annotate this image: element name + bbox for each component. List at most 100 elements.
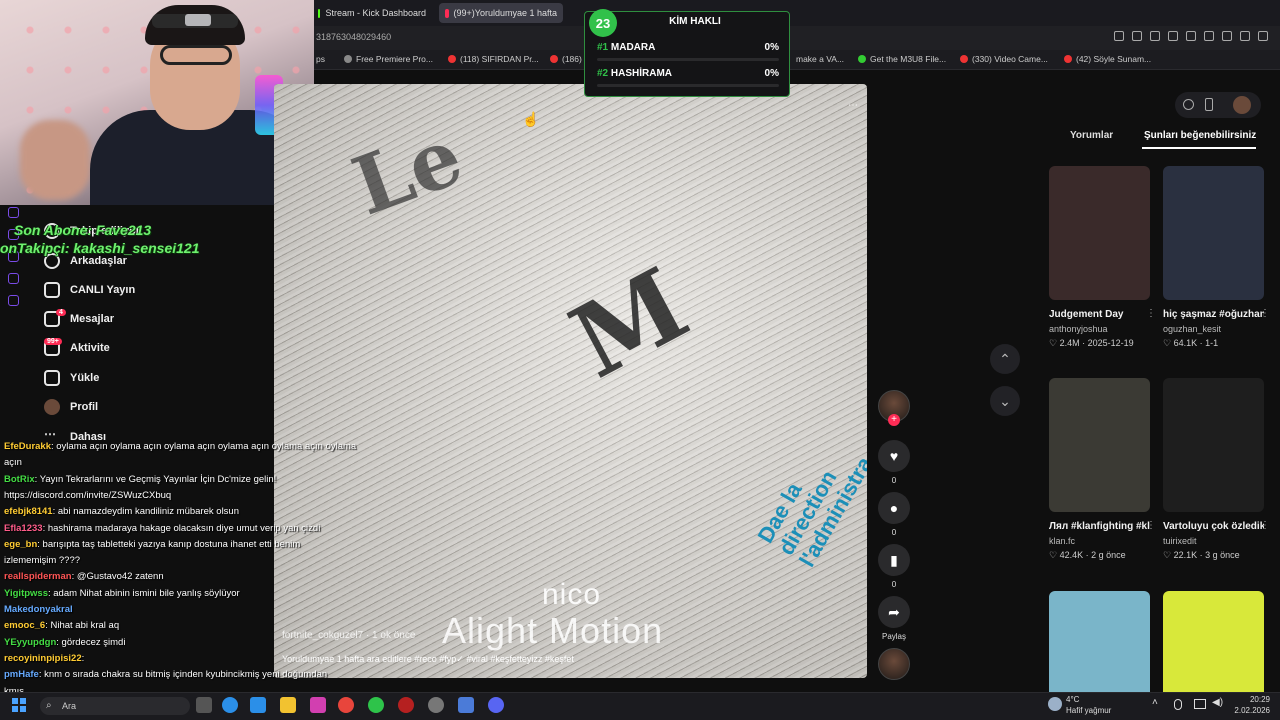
- music-disc-icon[interactable]: [878, 648, 910, 680]
- card-title[interactable]: Judgement Day: [1049, 308, 1150, 322]
- card-more-icon[interactable]: ⋮: [1260, 308, 1270, 319]
- video-thumbnail[interactable]: [1163, 166, 1264, 300]
- bookmark-prefix[interactable]: ps: [316, 54, 325, 64]
- instagram-icon[interactable]: [310, 697, 326, 713]
- user-avatar[interactable]: [1233, 96, 1251, 114]
- app-icon[interactable]: [458, 697, 474, 713]
- network-icon[interactable]: [1194, 699, 1206, 709]
- recommended-card[interactable]: Vartoluyu çok özledik be #viral... tuirix…: [1163, 378, 1270, 561]
- chrome-icon[interactable]: [338, 697, 354, 713]
- taskview-icon[interactable]: [196, 697, 212, 713]
- sidebar-item-messages[interactable]: Mesajlar: [44, 308, 114, 330]
- save-button[interactable]: ▮ 0: [878, 544, 910, 589]
- chat-username[interactable]: efebjk8141: [4, 506, 53, 517]
- chat-username[interactable]: recoyininpipisi22: [4, 653, 82, 664]
- card-title[interactable]: Vartoluyu çok özledik be #viral...: [1163, 520, 1264, 534]
- card-author[interactable]: anthonyjoshua: [1049, 324, 1150, 334]
- compass-icon[interactable]: [1183, 99, 1194, 110]
- discord-icon[interactable]: [488, 697, 504, 713]
- like-button[interactable]: ♥ 0: [878, 440, 910, 485]
- download-icon[interactable]: [1240, 31, 1250, 41]
- comment-button[interactable]: ● 0: [878, 492, 910, 537]
- chat-username[interactable]: Efla1233: [4, 523, 43, 534]
- rail-icon[interactable]: [8, 207, 19, 218]
- bookmark-item[interactable]: Free Premiere Pro...: [344, 54, 433, 64]
- menu-icon[interactable]: [1258, 31, 1268, 41]
- tab-tiktok-active[interactable]: (99+)Yoruldumyae 1 hafta: [439, 3, 563, 23]
- sidebar-item-upload[interactable]: Yükle: [44, 367, 99, 389]
- store-icon[interactable]: [250, 697, 266, 713]
- rail-icon[interactable]: [8, 273, 19, 284]
- recommended-card[interactable]: Лял #klanfighting #klanfc #спорт ді... kl…: [1049, 378, 1156, 561]
- weather-widget[interactable]: 4°C Hafif yağmur: [1066, 694, 1111, 716]
- chat-username[interactable]: Makedonyakral: [4, 604, 73, 615]
- recommended-card[interactable]: hiç şaşmaz #oğuzhanalpdoğ... oguzhan_kesi…: [1163, 166, 1270, 349]
- heart-icon[interactable]: ♥: [878, 440, 910, 472]
- video-menu-icon[interactable]: ⋯: [848, 100, 858, 111]
- chat-username[interactable]: pmHafe: [4, 669, 39, 680]
- tab-comments[interactable]: Yorumlar: [1070, 130, 1113, 141]
- card-more-icon[interactable]: ⋮: [1260, 520, 1270, 531]
- video-thumbnail[interactable]: [1163, 378, 1264, 512]
- card-more-icon[interactable]: ⋮: [1146, 308, 1156, 319]
- card-title[interactable]: Лял #klanfighting #klanfc #спорт ді...: [1049, 520, 1150, 534]
- shield-icon[interactable]: [1150, 31, 1160, 41]
- card-title[interactable]: hiç şaşmaz #oğuzhanalpdoğ...: [1163, 308, 1264, 322]
- video-thumbnail[interactable]: [1049, 166, 1150, 300]
- bookmark-item[interactable]: (118) SIFIRDAN Pr...: [448, 54, 539, 64]
- youtube-icon: [960, 55, 968, 63]
- bookmark-item[interactable]: (42) Söyle Sunam...: [1064, 54, 1151, 64]
- next-video-button[interactable]: ⌄: [990, 386, 1020, 416]
- taskbar-search[interactable]: ⌕ Ara: [40, 697, 190, 715]
- sidebar-item-profile[interactable]: Profil: [44, 396, 98, 418]
- follow-plus-icon[interactable]: +: [888, 414, 900, 426]
- obs-icon[interactable]: [428, 697, 444, 713]
- heart-icon[interactable]: [1204, 31, 1214, 41]
- card-more-icon[interactable]: ⋮: [1146, 520, 1156, 531]
- card-author[interactable]: oguzhan_kesit: [1163, 324, 1264, 334]
- opera-icon[interactable]: [398, 697, 414, 713]
- recommended-card[interactable]: Judgement Day anthonyjoshua ♡ 2.4M · 2025-…: [1049, 166, 1156, 349]
- play-icon[interactable]: [1186, 31, 1196, 41]
- chat-username[interactable]: Yigitpwss: [4, 588, 48, 599]
- chevron-up-icon: ⌃: [999, 350, 1011, 367]
- screenshot-icon[interactable]: [1132, 31, 1142, 41]
- clock[interactable]: 20:29 2.02.2026: [1230, 694, 1270, 716]
- music-disc[interactable]: [878, 648, 910, 680]
- whatsapp-icon[interactable]: [368, 697, 384, 713]
- chat-username[interactable]: ege_bn: [4, 539, 37, 550]
- rail-icon[interactable]: [8, 295, 19, 306]
- card-author[interactable]: tuirixedit: [1163, 536, 1264, 546]
- chat-username[interactable]: reallspiderman: [4, 571, 72, 582]
- microphone-icon[interactable]: [1174, 699, 1182, 710]
- phone-icon[interactable]: [1205, 98, 1213, 111]
- translate-icon[interactable]: [1168, 31, 1178, 41]
- chat-username[interactable]: YEyyupdgn: [4, 637, 56, 648]
- tab-kick-dashboard[interactable]: Stream - Kick Dashboard: [312, 3, 432, 23]
- bookmark-item[interactable]: Get the M3U8 File...: [858, 54, 946, 64]
- extensions-icon[interactable]: [1222, 31, 1232, 41]
- chat-username[interactable]: EfeDurakk: [4, 441, 51, 452]
- volume-icon[interactable]: ◀): [1212, 697, 1223, 708]
- tab-recommended[interactable]: Şunları beğenebilirsiniz: [1144, 130, 1256, 141]
- toolbar-icons: [1114, 31, 1268, 41]
- creator-avatar[interactable]: +: [878, 390, 910, 426]
- comment-icon[interactable]: ●: [878, 492, 910, 524]
- chat-username[interactable]: BotRix: [4, 474, 35, 485]
- bookmark-icon[interactable]: [1114, 31, 1124, 41]
- bookmark-item[interactable]: make a VA...: [796, 54, 844, 64]
- share-button[interactable]: ➦ Paylaş: [878, 596, 910, 641]
- explorer-icon[interactable]: [280, 697, 296, 713]
- start-button[interactable]: [12, 698, 26, 712]
- chat-username[interactable]: emooc_6: [4, 620, 45, 631]
- video-thumbnail[interactable]: [1049, 378, 1150, 512]
- edge-icon[interactable]: [222, 697, 238, 713]
- bookmark-item[interactable]: (186): [550, 54, 582, 64]
- previous-video-button[interactable]: ⌃: [990, 344, 1020, 374]
- bookmark-icon[interactable]: ▮: [878, 544, 910, 576]
- card-author[interactable]: klan.fc: [1049, 536, 1150, 546]
- share-icon[interactable]: ➦: [878, 596, 910, 628]
- bookmark-item[interactable]: (330) Video Came...: [960, 54, 1048, 64]
- tray-chevron-icon[interactable]: ˄: [1152, 697, 1158, 708]
- sidebar-item-live[interactable]: CANLI Yayın: [44, 279, 135, 301]
